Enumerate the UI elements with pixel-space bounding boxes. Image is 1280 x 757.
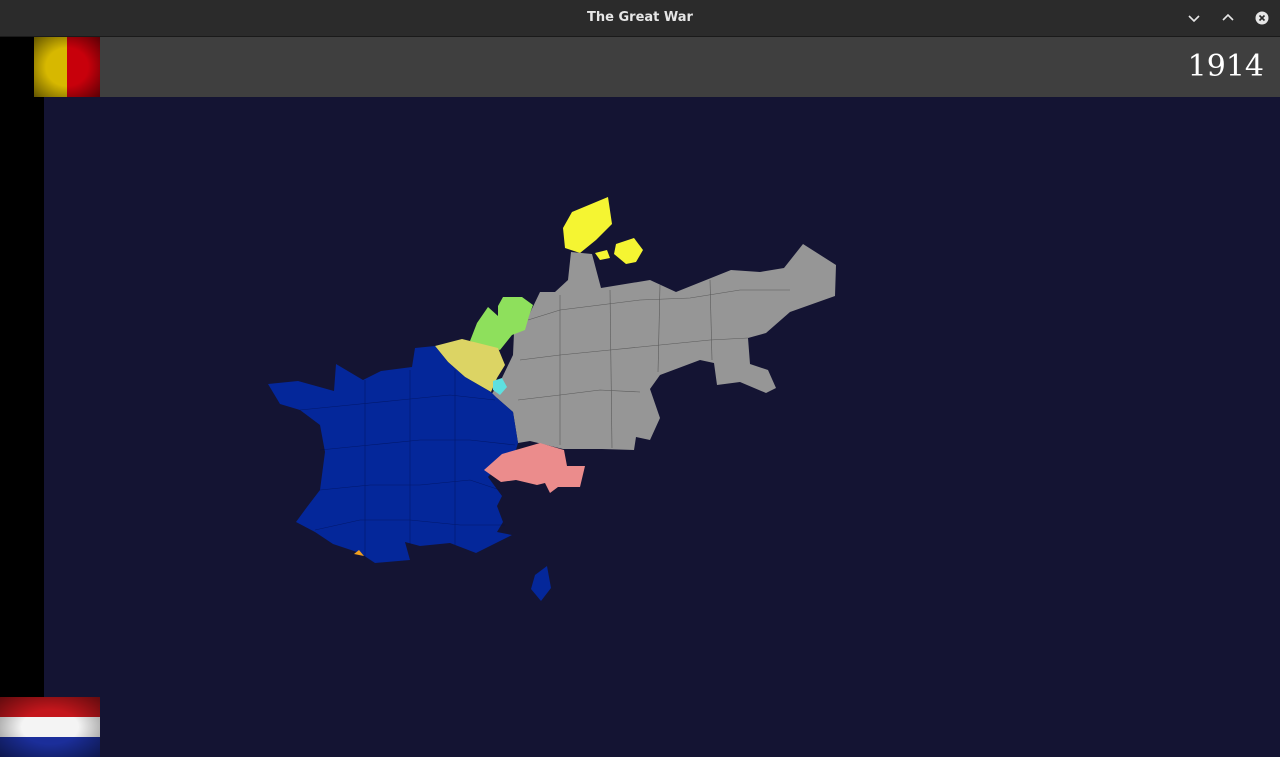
year-display: 1914	[1187, 49, 1264, 84]
window-titlebar: The Great War	[0, 0, 1280, 37]
close-button[interactable]	[1252, 8, 1272, 28]
europe-map[interactable]	[44, 97, 1280, 757]
region-corsica[interactable]	[531, 566, 551, 601]
player-flag-belgium[interactable]	[34, 37, 100, 97]
left-sidebar	[0, 37, 44, 697]
top-hud-bar	[100, 37, 1280, 97]
flag-netherlands[interactable]	[0, 697, 100, 757]
chevron-down-icon	[1188, 15, 1200, 23]
window-title: The Great War	[587, 10, 693, 25]
minimize-button[interactable]	[1184, 8, 1204, 28]
chevron-up-icon	[1222, 13, 1234, 21]
close-icon	[1255, 11, 1269, 25]
maximize-button[interactable]	[1218, 8, 1238, 28]
region-germany[interactable]	[491, 244, 836, 450]
